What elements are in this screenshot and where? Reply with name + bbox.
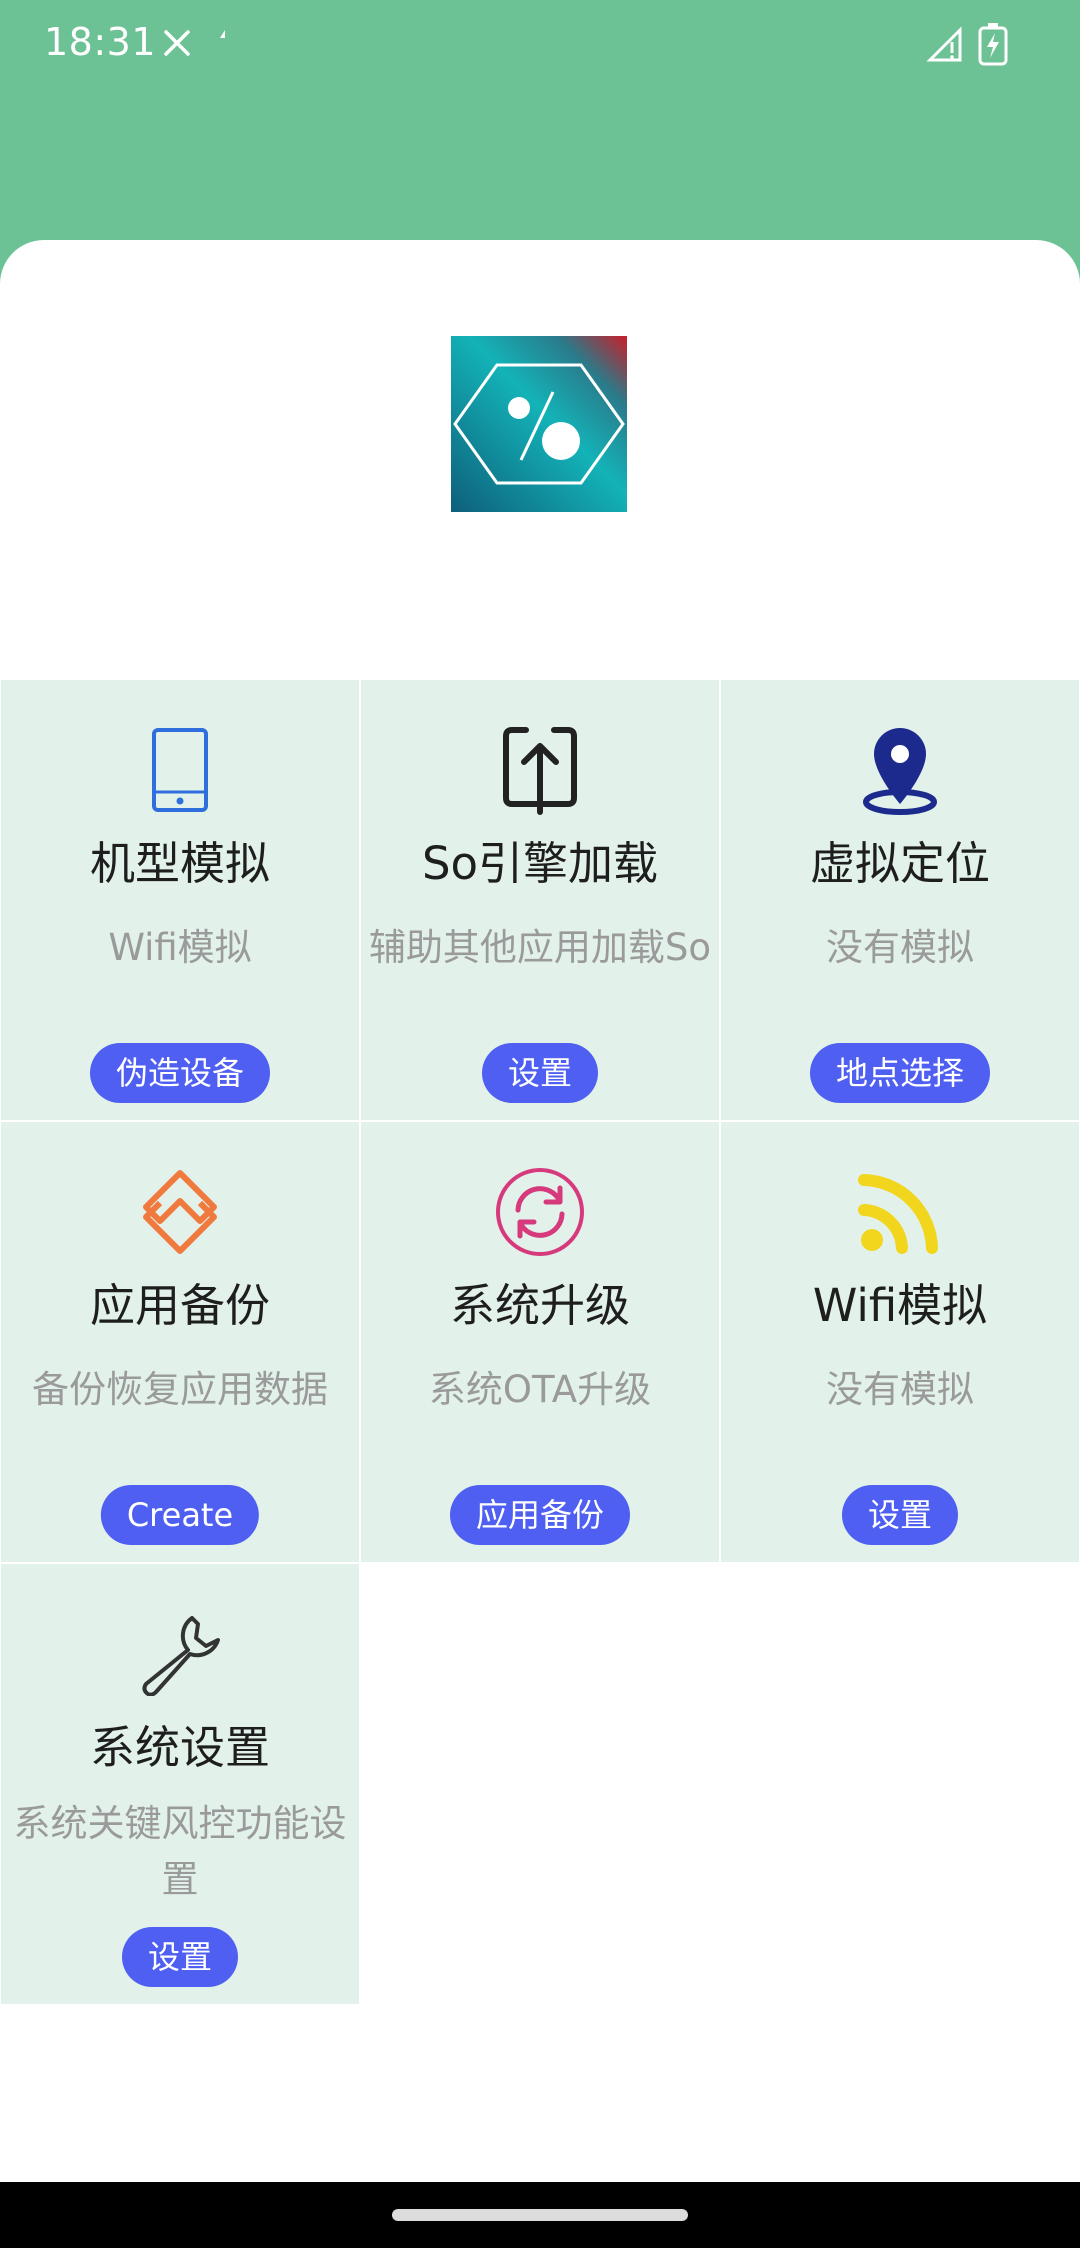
notification-dot-icon (220, 30, 225, 38)
feature-title: 机型模拟 (89, 837, 270, 890)
feature-subtitle: 系统关键风控功能设置 (13, 1802, 347, 1901)
system-settings-button[interactable]: 设置 (121, 1927, 239, 1987)
feature-card-wifi-simulation: Wifi模拟 没有模拟 设置 (721, 1122, 1079, 1562)
signal-icon (926, 26, 962, 62)
feature-card-system-settings: 系统设置 系统关键风控功能设置 设置 (1, 1564, 359, 2004)
wifi-settings-button[interactable]: 设置 (841, 1485, 959, 1545)
feature-title: 系统升级 (449, 1279, 630, 1332)
feature-card-virtual-location: 虚拟定位 没有模拟 地点选择 (721, 680, 1079, 1120)
close-notification-icon (164, 30, 190, 56)
navigation-bar (0, 2182, 1080, 2248)
feature-title: 虚拟定位 (809, 837, 990, 890)
upload-icon (503, 727, 577, 815)
feature-subtitle: 没有模拟 (826, 926, 974, 969)
rss-icon (858, 1174, 938, 1254)
location-pin-icon (863, 728, 937, 815)
fake-device-button[interactable]: 伪造设备 (89, 1043, 271, 1103)
upgrade-app-backup-button[interactable]: 应用备份 (449, 1485, 631, 1545)
feature-card-device-simulation: 机型模拟 Wifi模拟 伪造设备 (1, 680, 359, 1120)
phone-icon (152, 728, 208, 812)
feature-subtitle: 备份恢复应用数据 (32, 1368, 328, 1411)
select-location-button[interactable]: 地点选择 (809, 1043, 991, 1103)
status-time: 18:31 (44, 20, 157, 64)
feature-card-so-engine: So引擎加载 辅助其他应用加载So 设置 (361, 680, 719, 1120)
feature-title: Wifi模拟 (812, 1279, 988, 1332)
feature-title: So引擎加载 (421, 837, 659, 890)
battery-charging-icon (978, 23, 1008, 66)
app-logo (451, 336, 627, 512)
feature-subtitle: 没有模拟 (826, 1368, 974, 1411)
feature-title: 系统设置 (89, 1721, 270, 1774)
create-backup-button[interactable]: Create (100, 1485, 260, 1545)
feature-title: 应用备份 (89, 1279, 270, 1332)
feature-subtitle: 系统OTA升级 (428, 1368, 652, 1411)
home-gesture-handle[interactable] (392, 2209, 688, 2221)
wrench-icon (142, 1616, 220, 1696)
feature-subtitle: 辅助其他应用加载So (368, 926, 712, 969)
feature-card-system-upgrade: 系统升级 系统OTA升级 应用备份 (361, 1122, 719, 1562)
layers-icon (143, 1170, 217, 1254)
so-settings-button[interactable]: 设置 (481, 1043, 599, 1103)
refresh-icon (496, 1168, 584, 1256)
feature-card-app-backup: 应用备份 备份恢复应用数据 Create (1, 1122, 359, 1562)
status-bar: 18:31 (0, 0, 1080, 90)
feature-subtitle: Wifi模拟 (108, 926, 252, 969)
